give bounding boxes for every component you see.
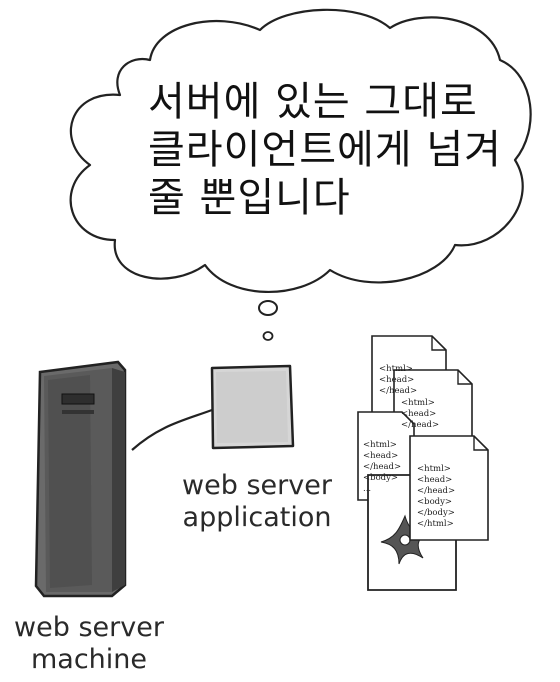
connector-line xyxy=(131,408,213,451)
doc4-code: <html> <head> </head> <body> </body> </html> xyxy=(417,464,456,529)
doc3-code: <html> <head> </head> <body>... xyxy=(363,440,402,494)
server-tower-icon xyxy=(34,360,127,598)
thought-bubble-text: 서버에 있는 그대로 클라이언트에게 넘겨 줄 뿐입니다 xyxy=(148,78,528,222)
server-drive-slot xyxy=(61,393,95,405)
diagram: 서버에 있는 그대로 클라이언트에게 넘겨 줄 뿐입니다 <html> <head… xyxy=(0,0,560,682)
bubble-line-3: 줄 뿐입니다 xyxy=(148,175,351,221)
application-label: web server application xyxy=(182,470,332,533)
thought-dot-small xyxy=(262,331,274,341)
bubble-line-1: 서버에 있는 그대로 xyxy=(148,79,478,125)
application-box-icon xyxy=(210,364,295,450)
thought-dot-large xyxy=(258,300,278,316)
machine-label: web server machine xyxy=(14,612,164,675)
bubble-line-2: 클라이언트에게 넘겨 xyxy=(148,127,502,173)
